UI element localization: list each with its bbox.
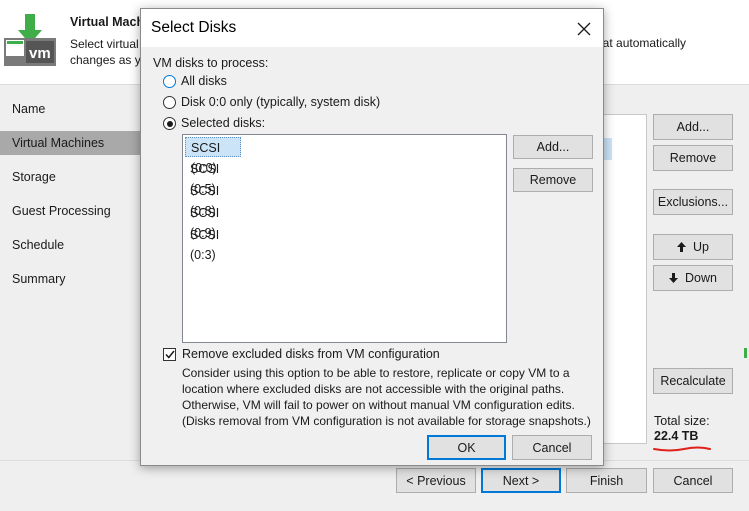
- recalculate-label: Recalculate: [660, 374, 726, 388]
- note-line: Consider using this option to be able to…: [182, 366, 570, 380]
- close-icon[interactable]: [573, 18, 595, 40]
- total-size-label: Total size:: [654, 414, 710, 428]
- disk-list-item[interactable]: SCSI (0:5): [185, 159, 241, 196]
- arrow-up-icon: [677, 242, 686, 252]
- dialog-cancel-label: Cancel: [532, 440, 572, 455]
- select-disks-dialog: Select Disks VM disks to process: All di…: [140, 8, 604, 466]
- nav-item-summary[interactable]: Summary: [0, 267, 145, 291]
- recalculate-button[interactable]: Recalculate: [653, 368, 733, 394]
- all-disks-label[interactable]: All disks: [181, 74, 227, 88]
- red-annotation-underline: [653, 446, 711, 452]
- note-line: (Disks removal from VM configuration is …: [182, 414, 591, 428]
- add-vm-button[interactable]: Add...: [653, 114, 733, 140]
- remove-vm-button[interactable]: Remove: [653, 145, 733, 171]
- nav-item-schedule[interactable]: Schedule: [0, 233, 145, 257]
- disk-list[interactable]: SCSI (0:0) SCSI (0:5) SCSI (0:8) SCSI (0…: [182, 134, 507, 343]
- selected-disks-label[interactable]: Selected disks:: [181, 116, 265, 130]
- wizard-cancel-label: Cancel: [673, 473, 713, 488]
- arrow-down-icon: [669, 273, 679, 283]
- remove-excluded-label[interactable]: Remove excluded disks from VM configurat…: [182, 347, 440, 361]
- dialog-cancel-button[interactable]: Cancel: [512, 435, 592, 460]
- selected-disks-radio[interactable]: [163, 117, 176, 130]
- dialog-title: Select Disks: [151, 19, 237, 36]
- disk-list-item[interactable]: SCSI (0:0): [185, 137, 241, 175]
- down-button[interactable]: Down: [653, 265, 733, 291]
- nav-item-storage[interactable]: Storage: [0, 165, 145, 189]
- note-line: Otherwise, VM will fail to power on with…: [182, 398, 575, 412]
- disk-list-item[interactable]: SCSI (0:9): [185, 203, 241, 240]
- remove-disk-button[interactable]: Remove: [513, 168, 593, 192]
- disk-0-0-only-label[interactable]: Disk 0:0 only (typically, system disk): [181, 95, 380, 109]
- wizard-title: Virtual Machi: [70, 15, 148, 29]
- finish-label: Finish: [589, 473, 624, 488]
- nav-item-virtual-machines[interactable]: Virtual Machines: [0, 131, 145, 155]
- vm-logo-icon: vm: [4, 14, 56, 66]
- dialog-titlebar: Select Disks: [141, 9, 603, 47]
- disk-list-item[interactable]: SCSI (0:3): [185, 225, 241, 262]
- disk-list-item[interactable]: SCSI (0:8): [185, 181, 241, 218]
- exclusions-label: Exclusions...: [657, 195, 729, 209]
- green-edge-mark: [744, 348, 747, 358]
- wizard-cancel-button[interactable]: Cancel: [653, 468, 733, 493]
- up-label: Up: [693, 240, 709, 254]
- disk-0-0-only-radio[interactable]: [163, 96, 176, 109]
- down-label: Down: [685, 271, 717, 285]
- remove-disk-label: Remove: [529, 173, 577, 187]
- remove-excluded-checkbox[interactable]: [163, 348, 176, 361]
- add-vm-label: Add...: [676, 120, 710, 134]
- previous-label: < Previous: [406, 473, 466, 488]
- ok-label: OK: [457, 440, 476, 455]
- checkmark-icon: [164, 350, 175, 359]
- total-size-value: 22.4 TB: [654, 429, 699, 443]
- nav-item-name[interactable]: Name: [0, 97, 145, 121]
- exclusions-button[interactable]: Exclusions...: [653, 189, 733, 215]
- note-line: location where excluded disks are not ac…: [182, 382, 565, 396]
- ok-button[interactable]: OK: [427, 435, 506, 460]
- add-disk-button[interactable]: Add...: [513, 135, 593, 159]
- up-button[interactable]: Up: [653, 234, 733, 260]
- remove-excluded-note: Consider using this option to be able to…: [182, 365, 602, 429]
- previous-button[interactable]: < Previous: [396, 468, 476, 493]
- nav-item-guest-processing[interactable]: Guest Processing: [0, 199, 145, 223]
- svg-text:vm: vm: [29, 45, 51, 62]
- vm-disks-to-process-label: VM disks to process:: [153, 56, 269, 70]
- next-button[interactable]: Next >: [481, 468, 561, 493]
- remove-vm-label: Remove: [669, 151, 717, 165]
- finish-button[interactable]: Finish: [566, 468, 647, 493]
- next-label: Next >: [502, 473, 540, 488]
- add-disk-label: Add...: [536, 140, 570, 154]
- wizard-description-tail: hat automatically: [596, 36, 687, 50]
- all-disks-radio[interactable]: [163, 75, 176, 88]
